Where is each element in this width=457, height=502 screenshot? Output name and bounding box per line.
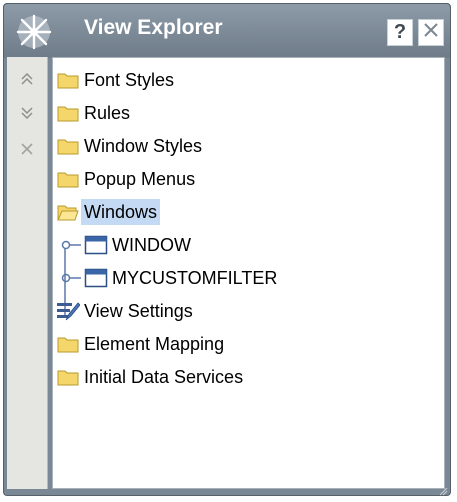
move-down-button[interactable] xyxy=(17,105,37,125)
panel-title: View Explorer xyxy=(84,16,223,39)
tree-item-label: View Settings xyxy=(84,301,193,321)
tree-item-mycustomfilter[interactable]: MYCUSTOMFILTER xyxy=(59,262,280,294)
open-folder-icon xyxy=(55,200,81,224)
window-icon xyxy=(83,266,109,290)
tree-node-connector-icon xyxy=(59,272,83,284)
sparkle-logo-icon xyxy=(12,12,56,52)
tree-item-label: WINDOW xyxy=(112,235,191,255)
folder-icon xyxy=(55,167,81,191)
tree-item-label: Initial Data Services xyxy=(84,367,244,387)
tree-item-rules[interactable]: Rules xyxy=(55,97,133,129)
help-button[interactable]: ? xyxy=(387,19,413,46)
tree-item-label: Element Mapping xyxy=(84,334,225,354)
folder-icon xyxy=(55,365,81,389)
tree-item-initial-data-services[interactable]: Initial Data Services xyxy=(55,361,246,393)
view-settings-icon xyxy=(55,299,81,323)
side-toolbar xyxy=(7,57,48,489)
folder-icon xyxy=(55,101,81,125)
tree-item-windows[interactable]: Windows xyxy=(55,196,161,228)
close-button[interactable] xyxy=(418,19,444,46)
move-down-icon xyxy=(19,105,35,126)
tree-item-label: Font Styles xyxy=(84,70,175,90)
tree-item-window-styles[interactable]: Window Styles xyxy=(55,130,205,162)
tree-item-label: Popup Menus xyxy=(84,169,196,189)
view-explorer-panel: View Explorer ? Font Styles Rules Window… xyxy=(3,3,451,496)
tree-item-popup-menus[interactable]: Popup Menus xyxy=(55,163,198,195)
move-up-icon xyxy=(19,71,35,92)
window-icon xyxy=(83,233,109,257)
tree-item-font-styles[interactable]: Font Styles xyxy=(55,64,177,96)
close-icon xyxy=(422,21,440,44)
tree-view: Font Styles Rules Window Styles Popup Me… xyxy=(52,57,445,489)
tree-item-view-settings[interactable]: View Settings xyxy=(55,295,196,327)
help-label: ? xyxy=(393,21,407,43)
tree-item-element-mapping[interactable]: Element Mapping xyxy=(55,328,227,360)
title-bar: View Explorer ? xyxy=(4,4,450,58)
delete-icon xyxy=(19,141,35,162)
tree-node-connector-icon xyxy=(59,239,83,251)
move-up-button[interactable] xyxy=(17,71,37,91)
resize-grip-icon[interactable] xyxy=(438,483,448,496)
tree-item-label: Windows xyxy=(81,199,161,225)
delete-button[interactable] xyxy=(17,141,37,161)
folder-icon xyxy=(55,134,81,158)
tree-item-window[interactable]: WINDOW xyxy=(59,229,194,261)
folder-icon xyxy=(55,68,81,92)
folder-icon xyxy=(55,332,81,356)
tree-item-label: Window Styles xyxy=(84,136,203,156)
tree-item-label: Rules xyxy=(84,103,131,123)
tree-item-label: MYCUSTOMFILTER xyxy=(112,268,278,288)
